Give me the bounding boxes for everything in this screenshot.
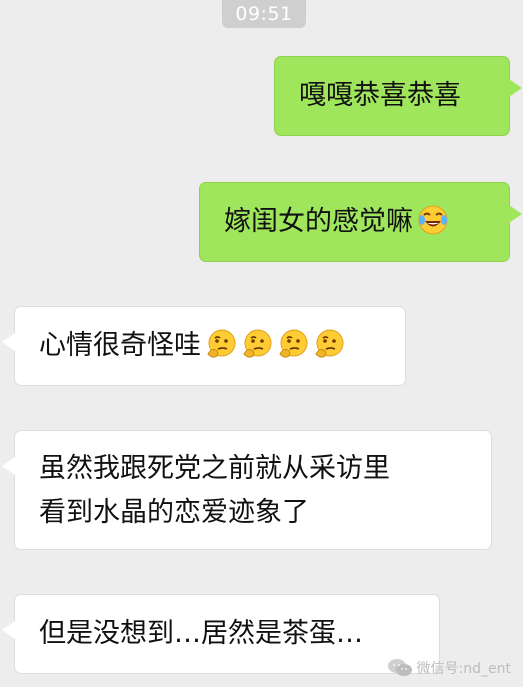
thinking-emoji-icon: [277, 328, 309, 360]
laugh-cry-emoji-icon: [417, 204, 449, 236]
sent-message-bubble[interactable]: 嘎嘎恭喜恭喜: [274, 56, 522, 136]
message-text-line: 虽然我跟死党之前就从采访里: [39, 453, 390, 484]
received-message-bubble[interactable]: 虽然我跟死党之前就从采访里 看到水晶的恋爱迹象了: [2, 430, 492, 550]
thinking-emoji-icon: [313, 328, 345, 360]
sent-message-bubble[interactable]: 嫁闺女的感觉嘛: [199, 182, 522, 262]
wechat-icon: [387, 657, 413, 679]
received-message-bubble[interactable]: 心情很奇怪哇: [2, 306, 406, 386]
message-timestamp: 09:51: [222, 0, 306, 28]
watermark: 微信号:nd_ent: [387, 657, 511, 679]
thinking-emoji-icon: [205, 328, 237, 360]
message-text: 嫁闺女的感觉嘛: [224, 206, 413, 237]
message-text: 嘎嘎恭喜恭喜: [299, 80, 461, 111]
thinking-emoji-icon: [241, 328, 273, 360]
watermark-text: 微信号:nd_ent: [416, 661, 511, 677]
message-text: 心情很奇怪哇: [39, 330, 201, 361]
received-message-bubble[interactable]: 但是没想到…居然是茶蛋…: [2, 594, 440, 674]
message-text: 但是没想到…居然是茶蛋…: [39, 618, 363, 649]
message-text-line: 看到水晶的恋爱迹象了: [39, 497, 309, 528]
chat-window: 09:51 嘎嘎恭喜恭喜 嫁闺女的感觉嘛 心情很奇怪哇 虽然我跟死党之前就从采访…: [0, 0, 523, 687]
